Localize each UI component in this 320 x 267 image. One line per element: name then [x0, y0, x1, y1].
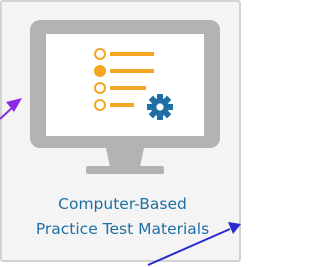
list-bullet-filled: [94, 65, 106, 77]
list-line: [110, 52, 154, 56]
monitor-screen: [46, 34, 204, 136]
monitor-checklist-gear-icon: [30, 20, 220, 174]
list-line: [110, 69, 154, 73]
list-line: [110, 86, 146, 90]
monitor-stand-base: [86, 166, 164, 174]
tile-label: Computer-Based Practice Test Materials: [2, 192, 243, 242]
stage: Computer-Based Practice Test Materials: [0, 0, 243, 267]
tile-label-line-1: Computer-Based: [58, 195, 187, 213]
monitor-stand-neck: [106, 148, 144, 167]
computer-based-practice-test-materials-tile[interactable]: Computer-Based Practice Test Materials: [0, 0, 241, 262]
list-line: [110, 103, 134, 107]
tile-label-line-2: Practice Test Materials: [35, 220, 210, 238]
gear-icon: [147, 94, 173, 120]
